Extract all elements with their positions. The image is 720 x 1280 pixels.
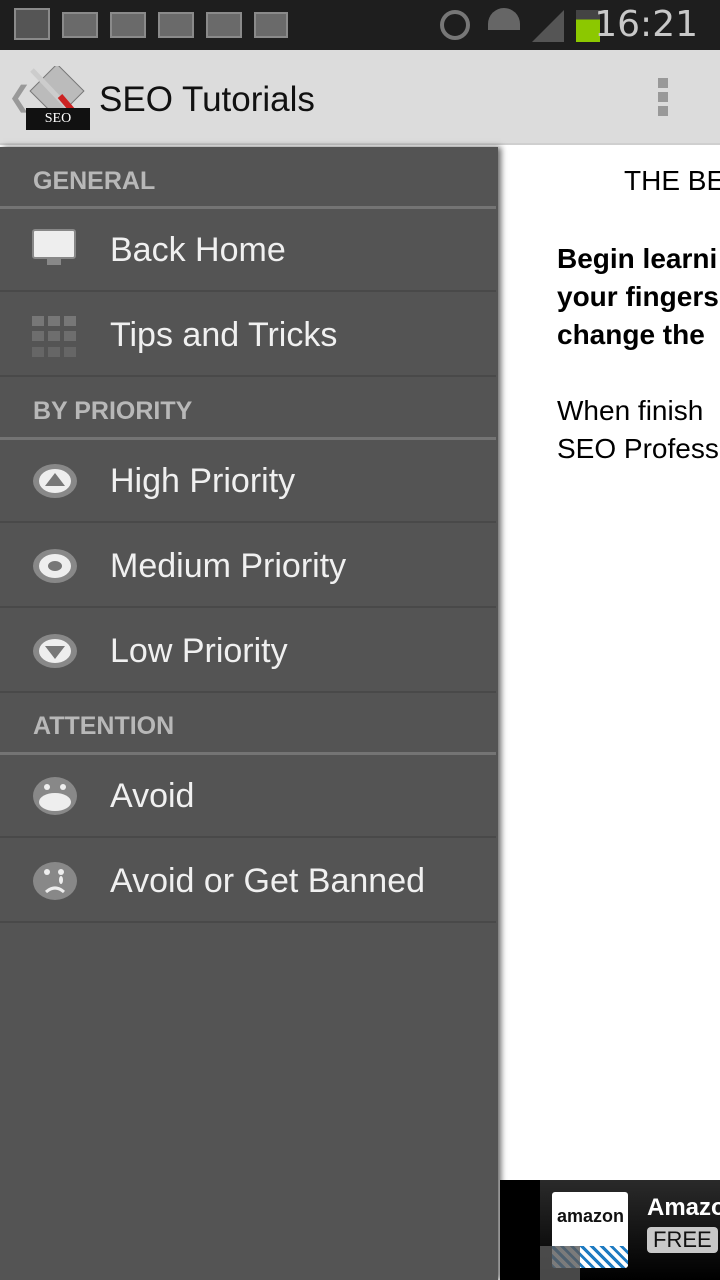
email-icon [206, 12, 242, 38]
info-icon[interactable] [540, 1246, 580, 1280]
monitor-icon [32, 229, 78, 271]
content-bold-line: your fingers [557, 281, 719, 312]
alarm-icon [440, 10, 470, 40]
clock: 16:21 [594, 4, 698, 45]
drawer-item-high-priority[interactable]: High Priority [0, 440, 496, 523]
section-header-general: GENERAL [33, 167, 156, 195]
drawer-item-avoid-or-get-banned[interactable]: Avoid or Get Banned [0, 840, 496, 923]
navigation-drawer: GENERAL Back Home Tips and Tricks BY PRI… [0, 147, 498, 1280]
email-icon [158, 12, 194, 38]
app-logo[interactable]: SEO [24, 63, 90, 130]
drawer-item-label: Tips and Tricks [110, 316, 338, 354]
drawer-item-back-home[interactable]: Back Home [0, 209, 496, 292]
gmail-icon [254, 12, 288, 38]
overflow-menu-icon[interactable] [658, 78, 670, 120]
drawer-item-medium-priority[interactable]: Medium Priority [0, 525, 496, 608]
status-bar: 16:21 [0, 0, 720, 50]
signal-icon [532, 10, 564, 42]
ad-banner[interactable]: amazon Amazo FREE [500, 1180, 720, 1280]
app-title: SEO Tutorials [99, 80, 315, 119]
content-bold-line: change the [557, 319, 705, 350]
content-line: SEO Profess [557, 433, 719, 464]
drawer-item-label: High Priority [110, 462, 296, 500]
dot-circle-icon [33, 549, 77, 583]
drawer-item-label: Avoid or Get Banned [110, 862, 426, 900]
shocked-face-icon [33, 777, 77, 815]
email-icon [110, 12, 146, 38]
drawer-item-avoid[interactable]: Avoid [0, 755, 496, 838]
gallery-icon [14, 8, 50, 40]
content-heading: THE BE [624, 165, 720, 196]
arrow-down-circle-icon [33, 634, 77, 668]
section-header-by-priority: BY PRIORITY [33, 397, 193, 425]
content-line: When finish [557, 395, 704, 426]
drawer-item-tips-and-tricks[interactable]: Tips and Tricks [0, 294, 496, 377]
arrow-up-circle-icon [33, 464, 77, 498]
wifi-icon [488, 8, 520, 30]
drawer-item-label: Back Home [110, 231, 286, 269]
ad-title: Amazo [647, 1194, 720, 1221]
crying-face-icon [33, 862, 77, 900]
section-header-attention: ATTENTION [33, 712, 175, 740]
email-icon [62, 12, 98, 38]
ad-badge: FREE [647, 1227, 718, 1253]
drawer-item-label: Avoid [110, 777, 195, 815]
drawer-item-label: Medium Priority [110, 547, 347, 585]
grid-icon [32, 316, 78, 358]
main-content: THE BE Begin learni your fingers change … [500, 147, 720, 1180]
action-bar: ❮ SEO SEO Tutorials [0, 50, 720, 145]
drawer-item-label: Low Priority [110, 632, 288, 670]
drawer-item-low-priority[interactable]: Low Priority [0, 610, 496, 693]
content-bold-line: Begin learni [557, 243, 718, 274]
